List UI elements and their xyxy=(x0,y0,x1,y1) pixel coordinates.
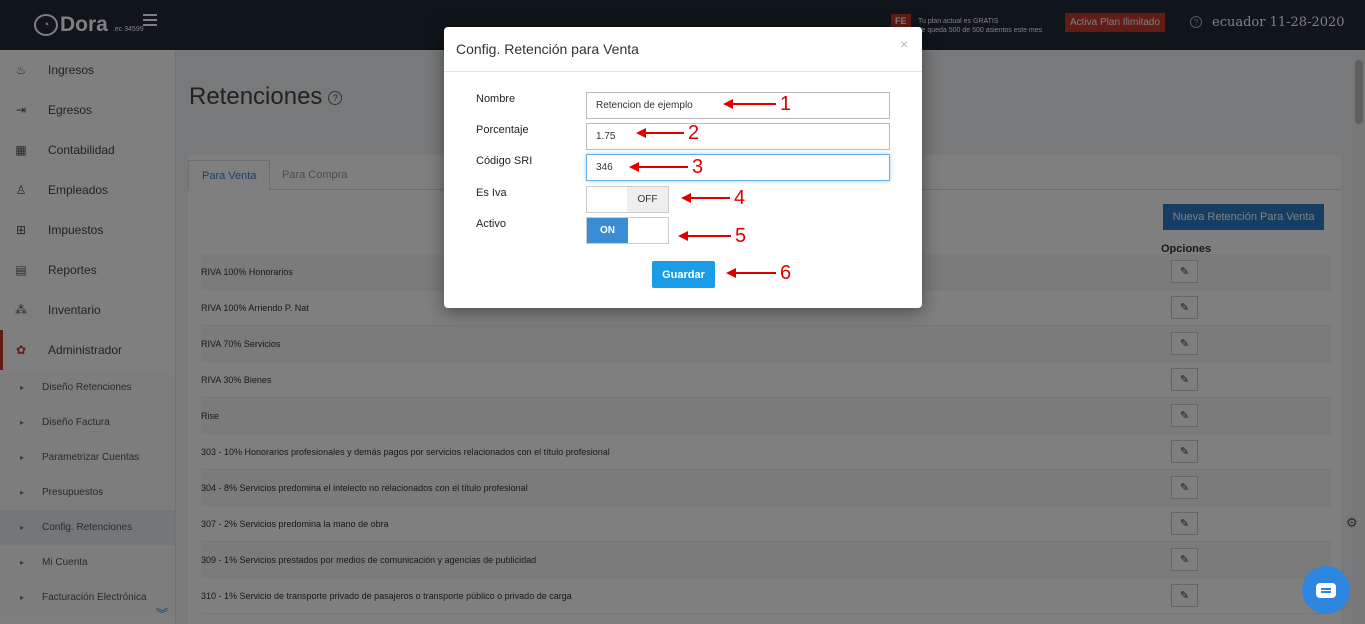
arrow-head-icon xyxy=(678,231,688,241)
es-iva-toggle-state: OFF xyxy=(627,187,668,212)
porcentaje-input[interactable]: 1.75 xyxy=(586,123,890,150)
annotation-arrow-5: 5 xyxy=(678,226,746,246)
annotation-number: 2 xyxy=(688,122,700,144)
chat-icon xyxy=(1316,582,1336,598)
activo-toggle[interactable]: ON xyxy=(586,217,669,244)
modal-header: Config. Retención para Venta × xyxy=(444,27,922,72)
es-iva-toggle[interactable]: OFF xyxy=(586,186,669,213)
annotation-arrow-4: 4 xyxy=(681,188,745,208)
annotation-number: 4 xyxy=(734,187,746,209)
es-iva-label: Es Iva xyxy=(476,187,507,199)
annotation-number: 1 xyxy=(780,93,792,115)
porcentaje-label: Porcentaje xyxy=(476,124,529,136)
close-icon[interactable]: × xyxy=(900,36,908,52)
annotation-arrow-6: 6 xyxy=(726,263,791,283)
chat-widget-button[interactable] xyxy=(1302,566,1350,614)
modal-title: Config. Retención para Venta xyxy=(456,41,639,57)
arrow-head-icon xyxy=(636,128,646,138)
annotation-number: 3 xyxy=(692,156,704,178)
annotation-arrow-2: 2 xyxy=(636,123,699,143)
activo-label: Activo xyxy=(476,218,506,230)
nombre-label: Nombre xyxy=(476,93,516,105)
save-button[interactable]: Guardar xyxy=(652,261,715,288)
arrow-head-icon xyxy=(726,268,736,278)
arrow-head-icon xyxy=(629,162,639,172)
arrow-head-icon xyxy=(681,193,691,203)
annotation-arrow-1: 1 xyxy=(723,94,791,114)
arrow-head-icon xyxy=(723,99,733,109)
annotation-number: 5 xyxy=(735,225,747,247)
annotation-number: 6 xyxy=(780,262,792,284)
retention-config-modal: Config. Retención para Venta × Nombre Re… xyxy=(444,27,922,308)
codigo-sri-label: Código SRI xyxy=(476,155,533,167)
activo-toggle-state: ON xyxy=(587,218,628,243)
annotation-arrow-3: 3 xyxy=(629,157,703,177)
